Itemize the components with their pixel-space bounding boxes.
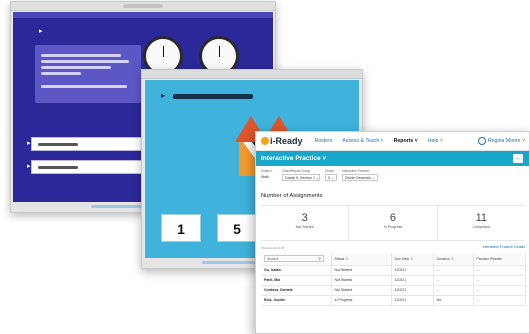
- iready-report-window: i-Ready Rosters Assess & Teach ˅ Reports…: [255, 131, 530, 334]
- count-number: 3: [301, 212, 308, 224]
- column-label: Practice Results: [476, 256, 502, 261]
- student-name[interactable]: Go, Isaiah: [261, 265, 332, 276]
- student-name[interactable]: Ruiz, Joselin: [261, 295, 332, 306]
- avatar-icon: [477, 137, 486, 145]
- nav-reports[interactable]: Reports ˅: [394, 138, 418, 144]
- results-cell: --: [473, 295, 526, 306]
- count-number: 6: [389, 212, 397, 224]
- column-header-due-date[interactable]: Due Date ⇕: [391, 253, 434, 266]
- student-search-cell: Student ⚲: [261, 253, 332, 266]
- user-name: Regina Moore ˅: [487, 138, 525, 144]
- question-card: [35, 45, 141, 103]
- student-table: Student ⚲ Status ⇕ Due Date ⇕ Duration ⇕ …: [261, 253, 526, 306]
- answer-speaker-icon[interactable]: ▸: [27, 139, 31, 147]
- column-header-duration[interactable]: Duration ⇕: [433, 253, 474, 266]
- filter-label: Class/Report Group: [282, 169, 311, 173]
- duration-cell: --: [433, 275, 474, 286]
- user-menu[interactable]: Regina Moore ˅: [477, 137, 525, 145]
- back-lesson-header-stripe: [13, 12, 273, 18]
- table-row[interactable]: Patel, Mia Not Started 1/22/21 -- --: [261, 275, 526, 286]
- duration-cell: --: [433, 285, 474, 296]
- count-in-progress[interactable]: 6 In Progress: [349, 206, 438, 240]
- column-header-results: Practice Results: [473, 253, 526, 266]
- screenshot-stage: ▸ ▸ ▸ ▸ 1 5 i-Ready Rosters Assess & Tea…: [0, 0, 530, 334]
- banner-menu-button[interactable]: ⌄: [513, 154, 523, 163]
- status-cell: Not Started: [331, 265, 392, 276]
- filter-label: Subject: [261, 169, 272, 173]
- filter-label: Interactive Practice: [342, 169, 370, 173]
- due-date-cell: 1/22/21: [391, 285, 434, 296]
- table-row[interactable]: Go, Isaiah Not Started 1/22/21 -- --: [261, 265, 526, 276]
- practice-select[interactable]: Divide Decimals ⌄: [342, 174, 378, 181]
- speaker-icon[interactable]: ▸: [39, 27, 43, 35]
- due-date-cell: 1/22/21: [391, 265, 434, 276]
- filter-label: Grade: [325, 169, 334, 173]
- table-row[interactable]: Ruiz, Joselin In Progress 1/22/21 3m --: [261, 295, 526, 306]
- count-label: Completed: [472, 225, 491, 229]
- answer-speaker-icon[interactable]: ▸: [27, 162, 31, 170]
- count-label: Not Started: [295, 225, 314, 229]
- nav-assess-teach[interactable]: Assess & Teach ˅: [342, 138, 383, 144]
- student-search-input[interactable]: Student ⚲: [264, 255, 324, 263]
- count-not-started[interactable]: 3 Not Started: [261, 206, 350, 240]
- column-label: Duration: [436, 257, 450, 262]
- search-placeholder: Student: [267, 257, 279, 262]
- middle-window-titlebar: [142, 70, 362, 79]
- speaker-icon[interactable]: ▸: [161, 91, 165, 100]
- student-name[interactable]: Patel, Mia: [261, 275, 332, 286]
- count-completed[interactable]: 11 Completed: [438, 206, 525, 240]
- table-header-row: Student ⚲ Status ⇕ Due Date ⇕ Duration ⇕ …: [261, 253, 526, 266]
- duration-cell: 3m: [433, 295, 474, 306]
- number-choice-1[interactable]: 1: [161, 214, 201, 242]
- due-date-cell: 1/22/21: [391, 275, 434, 286]
- sort-icon: ⇕: [345, 256, 349, 262]
- section-title: Number of Assignments: [261, 193, 323, 199]
- status-cell: Not Started: [331, 275, 392, 286]
- due-date-cell: 1/22/21: [391, 295, 434, 306]
- back-window-titlebar: [11, 2, 275, 11]
- results-cell: --: [473, 265, 526, 276]
- column-header-status[interactable]: Status ⇕: [331, 253, 392, 266]
- column-label: Status: [334, 257, 345, 262]
- number-choice-2[interactable]: 5: [217, 214, 257, 242]
- sort-icon: ⇕: [450, 256, 455, 262]
- question-text: [173, 94, 253, 99]
- assignment-counts: 3 Not Started 6 In Progress 11 Completed: [261, 205, 525, 241]
- subject-value: Math: [261, 175, 269, 179]
- report-title-dropdown[interactable]: Interactive Practice ˅: [261, 155, 326, 162]
- duration-cell: --: [433, 265, 474, 276]
- iready-logo[interactable]: i-Ready: [261, 136, 303, 146]
- results-cell: --: [473, 275, 526, 286]
- count-number: 11: [475, 212, 488, 224]
- top-nav: i-Ready Rosters Assess & Teach ˅ Reports…: [256, 132, 529, 151]
- student-name[interactable]: Cordova, Daniela: [261, 285, 332, 296]
- report-banner: Interactive Practice ˅ ⌄: [256, 151, 529, 166]
- logo-text: i-Ready: [270, 136, 303, 146]
- results-cell: --: [473, 285, 526, 296]
- nav-help[interactable]: Help ˅: [428, 138, 443, 144]
- nav-rosters[interactable]: Rosters: [315, 138, 333, 144]
- column-label: Due Date: [394, 257, 410, 262]
- logo-dot-icon: [261, 137, 269, 145]
- sort-icon: ⇕: [410, 256, 414, 262]
- table-row[interactable]: Cordova, Daniela Not Started 1/22/21 -- …: [261, 285, 526, 296]
- showing-text: Showing 10 of 20: [261, 246, 285, 250]
- status-cell: Not Started: [331, 285, 392, 296]
- filter-bar: Subject Math Class/Report Group Grade 5,…: [256, 166, 529, 188]
- practice-details-link[interactable]: Interactive Practice Details: [482, 245, 525, 249]
- count-label: In Progress: [383, 225, 403, 229]
- status-cell: In Progress: [331, 295, 392, 306]
- grade-select[interactable]: 5 ⌄: [325, 174, 337, 181]
- class-select[interactable]: Grade 5, Section 1 ⌄: [282, 174, 320, 181]
- search-icon: ⚲: [318, 256, 321, 262]
